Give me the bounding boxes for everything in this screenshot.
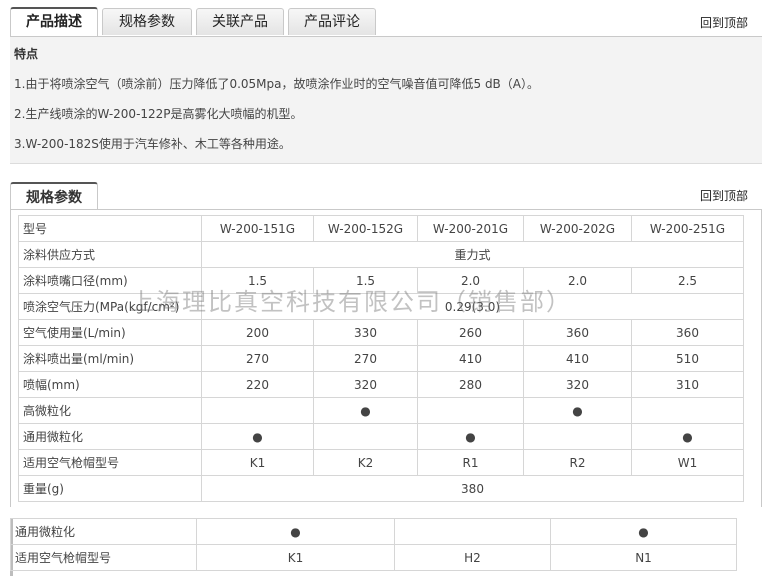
- spec-value: 330: [313, 319, 418, 346]
- spec-label: 型号: [18, 215, 202, 242]
- spec-value: 410: [523, 345, 632, 372]
- spec-back-to-top-link[interactable]: 回到顶部: [700, 187, 748, 204]
- spec-value: 320: [313, 371, 418, 398]
- spec-label: 涂料喷嘴口径(mm): [18, 267, 202, 294]
- tab-specifications[interactable]: 规格参数: [102, 8, 192, 35]
- spec-table: 型号 W-200-151G W-200-152G W-200-201G W-200-20…: [18, 215, 744, 502]
- spec-value: 320: [523, 371, 632, 398]
- spec-label: 喷幅(mm): [18, 371, 202, 398]
- spec-value: 270: [201, 345, 314, 372]
- spec-value: [313, 423, 418, 450]
- spec-value: W1: [631, 449, 744, 476]
- spec-label: 空气使用量(L/min): [18, 319, 202, 346]
- spec-value: 410: [417, 345, 524, 372]
- spec-value: 220: [201, 371, 314, 398]
- model-header: W-200-151G: [201, 215, 314, 242]
- spec-value: R2: [523, 449, 632, 476]
- table-row: 重量(g) 380: [18, 475, 744, 502]
- table-row: 通用微粒化 ● ● ●: [18, 423, 744, 450]
- tab-related-products[interactable]: 关联产品: [196, 8, 284, 35]
- table-row: 高微粒化 ● ●: [18, 397, 744, 424]
- table-row: 涂料喷出量(ml/min) 270 270 410 410 510: [18, 345, 744, 372]
- table-row: 空气使用量(L/min) 200 330 260 360 360: [18, 319, 744, 346]
- spec-value: 2.0: [417, 267, 524, 294]
- dot-mark: ●: [550, 518, 737, 545]
- table-row: 喷幅(mm) 220 320 280 320 310: [18, 371, 744, 398]
- dot-mark: ●: [196, 518, 395, 545]
- spec-value: [631, 397, 744, 424]
- feature-line-2: 2.生产线喷涂的W-200-122P是高雾化大喷幅的机型。: [14, 107, 303, 121]
- spec-value: 1.5: [313, 267, 418, 294]
- dot-mark: ●: [313, 397, 418, 424]
- tab-product-description[interactable]: 产品描述: [10, 7, 98, 37]
- dot-mark: ●: [523, 397, 632, 424]
- features-heading: 特点: [14, 47, 39, 61]
- spec-value: [201, 397, 314, 424]
- spec-label: 涂料喷出量(ml/min): [18, 345, 202, 372]
- spec-value: 270: [313, 345, 418, 372]
- model-header: W-200-251G: [631, 215, 744, 242]
- model-header: W-200-202G: [523, 215, 632, 242]
- spec-value: [523, 423, 632, 450]
- table-row: 适用空气枪帽型号 K1 K2 R1 R2 W1: [18, 449, 744, 476]
- dot-mark: ●: [201, 423, 314, 450]
- spec-label: 适用空气枪帽型号: [10, 544, 197, 571]
- spec-label: 通用微粒化: [10, 518, 197, 545]
- tab-product-reviews[interactable]: 产品评论: [288, 8, 376, 35]
- feature-line-3: 3.W-200-182S使用于汽车修补、木工等各种用途。: [14, 137, 291, 151]
- table-row: 喷涂空气压力(MPa(kgf/cm²) 0.29(3.0): [18, 293, 744, 320]
- spec-value: R1: [417, 449, 524, 476]
- spec-table-2: 通用微粒化 ● ● 适用空气枪帽型号 K1 H2 N1: [10, 518, 737, 571]
- spec-value: [417, 397, 524, 424]
- spec-label: 通用微粒化: [18, 423, 202, 450]
- back-to-top-link[interactable]: 回到顶部: [700, 14, 748, 31]
- table-row: 涂料喷嘴口径(mm) 1.5 1.5 2.0 2.0 2.5: [18, 267, 744, 294]
- model-header: W-200-152G: [313, 215, 418, 242]
- spec-value: K2: [313, 449, 418, 476]
- spec-label: 喷涂空气压力(MPa(kgf/cm²): [18, 293, 202, 320]
- spec-value: 重力式: [201, 241, 744, 268]
- spec-value: 1.5: [201, 267, 314, 294]
- dot-mark: ●: [417, 423, 524, 450]
- dot-mark: ●: [631, 423, 744, 450]
- spec-value: 360: [631, 319, 744, 346]
- spec-value: 0.29(3.0): [201, 293, 744, 320]
- spec-label: 涂料供应方式: [18, 241, 202, 268]
- spec-value: K1: [201, 449, 314, 476]
- spec-value: 260: [417, 319, 524, 346]
- spec-value: N1: [550, 544, 737, 571]
- spec-section-title: 规格参数: [10, 182, 98, 210]
- spec-value: 510: [631, 345, 744, 372]
- spec-value: 280: [417, 371, 524, 398]
- spec-value: 2.0: [523, 267, 632, 294]
- product-description-panel: 特点 1.由于将喷涂空气（喷涂前）压力降低了0.05Mpa，故喷涂作业时的空气噪…: [10, 37, 762, 164]
- spec-value: 360: [523, 319, 632, 346]
- spec-value: 380: [201, 475, 744, 502]
- table-row: 涂料供应方式 重力式: [18, 241, 744, 268]
- table-header-row: 型号 W-200-151G W-200-152G W-200-201G W-200-20…: [18, 215, 744, 242]
- spec-label: 适用空气枪帽型号: [18, 449, 202, 476]
- spec-value: K1: [196, 544, 395, 571]
- spec-value: [394, 518, 551, 545]
- table-row: 适用空气枪帽型号 K1 H2 N1: [10, 544, 737, 571]
- spec-value: H2: [394, 544, 551, 571]
- feature-line-1: 1.由于将喷涂空气（喷涂前）压力降低了0.05Mpa，故喷涂作业时的空气噪音值可…: [14, 77, 540, 91]
- table-row: 通用微粒化 ● ●: [10, 518, 737, 545]
- spec-label: 重量(g): [18, 475, 202, 502]
- spec-label: 高微粒化: [18, 397, 202, 424]
- spec-value: 310: [631, 371, 744, 398]
- model-header: W-200-201G: [417, 215, 524, 242]
- spec-value: 2.5: [631, 267, 744, 294]
- spec-value: 200: [201, 319, 314, 346]
